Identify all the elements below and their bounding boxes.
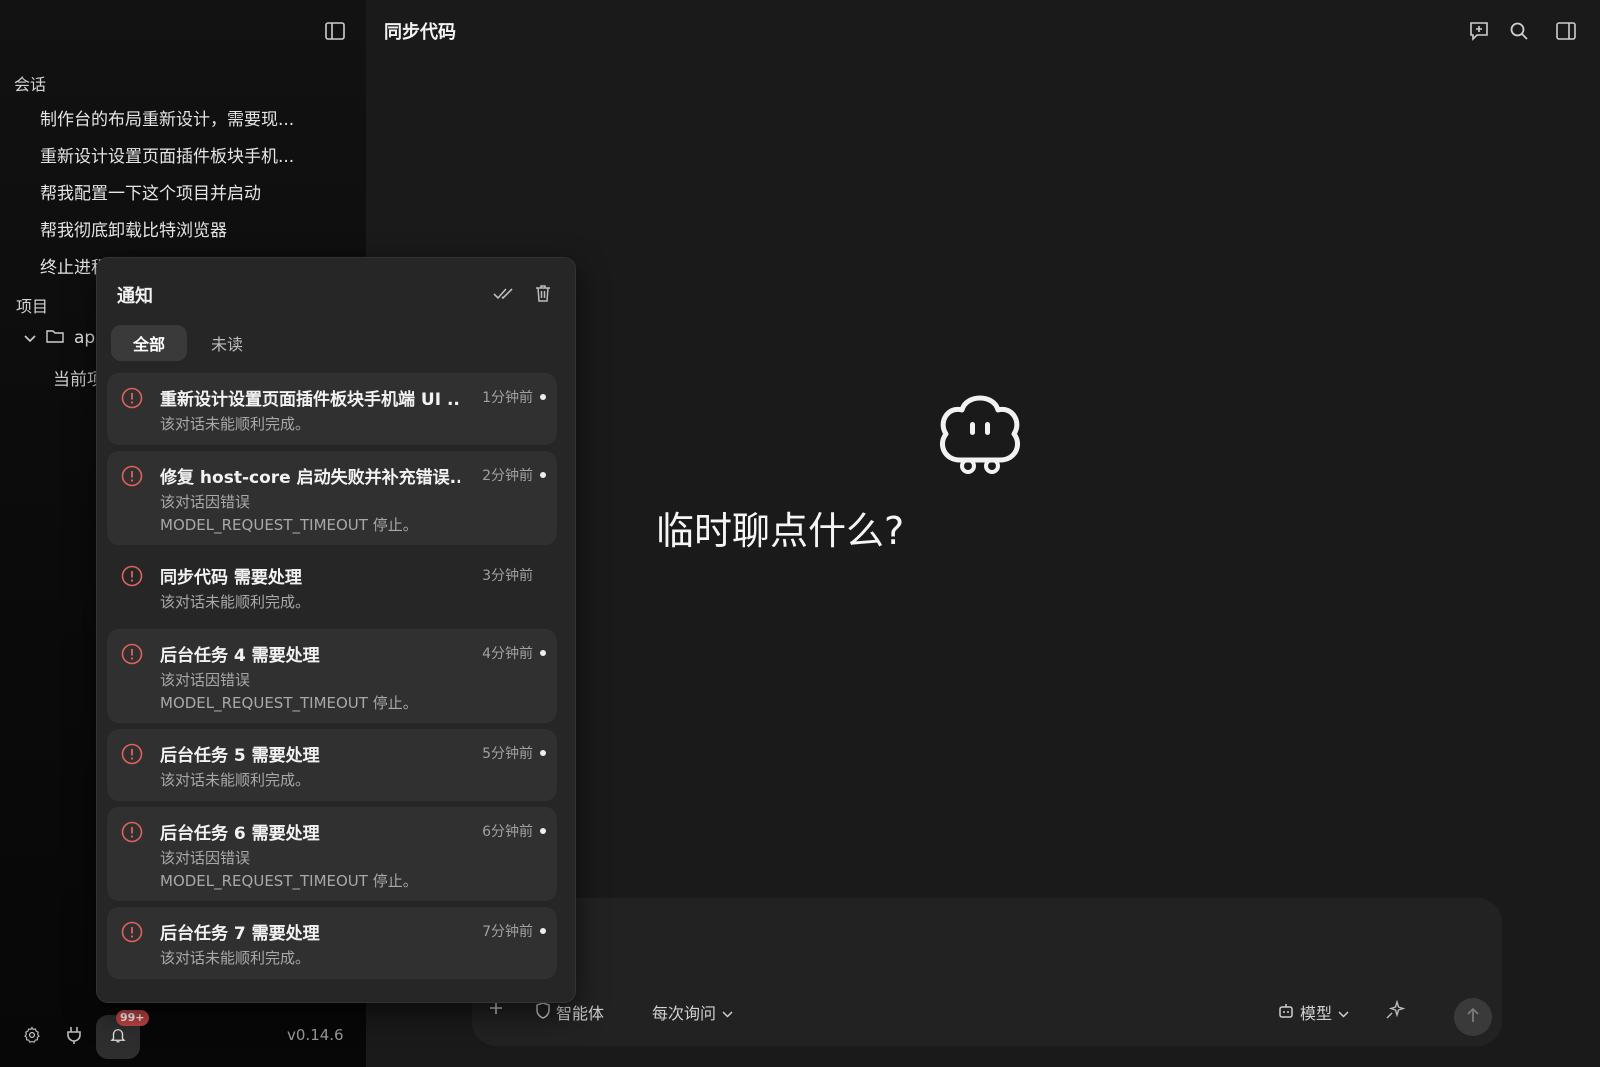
notification-title: 同步代码 需要处理: [160, 568, 302, 588]
tab-all[interactable]: 全部: [111, 325, 188, 361]
ask-mode-label: 每次询问: [652, 1004, 717, 1023]
notification-time: 4分钟前: [482, 646, 533, 662]
conversation-item[interactable]: 制作台的布局重新设计，需要现...: [40, 105, 294, 130]
chevron-down-icon: [24, 328, 36, 348]
conversation-item[interactable]: 帮我彻底卸载比特浏览器: [40, 216, 227, 241]
tab-unread[interactable]: 未读: [189, 325, 265, 361]
notification-body: 该对话因错误 MODEL_REQUEST_TIMEOUT 停止。: [160, 671, 418, 712]
conversations-title: 会话: [14, 75, 47, 94]
notification-title: 后台任务 7 需要处理: [160, 924, 320, 944]
chevron-down-icon: [722, 1003, 733, 1022]
model-label: 模型: [1300, 1004, 1333, 1023]
unread-dot: [540, 828, 546, 834]
unread-dot: [540, 928, 546, 934]
notification-title: 后台任务 5 需要处理: [160, 746, 320, 766]
unread-dot: [540, 750, 546, 756]
alert-circle-icon: [121, 465, 143, 487]
alert-circle-icon: [121, 743, 143, 765]
notification-item[interactable]: 后台任务 4 需要处理该对话因错误 MODEL_REQUEST_TIMEOUT …: [107, 629, 557, 723]
composer-toolbar: 智能体 每次询问 模型: [472, 982, 1502, 1046]
projects-title: 项目: [16, 297, 49, 316]
robot-icon: [1278, 1003, 1294, 1022]
alert-circle-icon: [121, 643, 143, 665]
bell-icon: [109, 1026, 127, 1048]
notification-item[interactable]: 后台任务 6 需要处理该对话因错误 MODEL_REQUEST_TIMEOUT …: [107, 807, 557, 901]
notification-panel-title: 通知: [117, 286, 153, 307]
notification-panel: 通知 全部 未读 重新设计设置页面插件板块手机端 UI ... 该对话未能顺利完成…: [96, 257, 576, 1003]
notification-time: 3分钟前: [482, 568, 533, 584]
agent-selector[interactable]: 智能体: [536, 1000, 604, 1024]
alert-circle-icon: [121, 821, 143, 843]
notification-title: 重新设计设置页面插件板块手机端 UI ...: [160, 390, 460, 410]
notification-badge: 99+: [116, 1010, 149, 1026]
project-folder[interactable]: app: [24, 328, 106, 348]
ask-mode-selector[interactable]: 每次询问: [652, 1000, 733, 1024]
conversation-item[interactable]: 重新设计设置页面插件板块手机...: [40, 142, 294, 167]
version-label: v0.14.6: [287, 1026, 344, 1044]
alert-circle-icon: [121, 921, 143, 943]
notification-body: 该对话未能顺利完成。: [160, 771, 311, 789]
notification-body: 该对话未能顺利完成。: [160, 415, 311, 433]
notification-item[interactable]: 同步代码 需要处理 该对话未能顺利完成。 3分钟前: [107, 551, 557, 623]
unread-dot: [540, 394, 546, 400]
notification-body: 该对话未能顺利完成。: [160, 593, 311, 611]
agent-label: 智能体: [556, 1004, 605, 1023]
mark-all-read-icon[interactable]: [490, 280, 516, 306]
notification-item[interactable]: 后台任务 7 需要处理 该对话未能顺利完成。 7分钟前: [107, 907, 557, 979]
new-chat-icon[interactable]: [1466, 18, 1492, 44]
composer[interactable]: 智能体 每次询问 模型: [472, 898, 1502, 1046]
notification-time: 1分钟前: [482, 390, 533, 406]
right-panel-toggle-icon[interactable]: [1553, 18, 1579, 44]
mascot-cloud-icon: [930, 382, 1030, 482]
conversation-item[interactable]: 帮我配置一下这个项目并启动: [40, 179, 261, 204]
notification-time: 6分钟前: [482, 824, 533, 840]
notification-time: 7分钟前: [482, 924, 533, 940]
notification-body: 该对话因错误 MODEL_REQUEST_TIMEOUT 停止。: [160, 493, 418, 534]
notification-body: 该对话因错误 MODEL_REQUEST_TIMEOUT 停止。: [160, 849, 418, 890]
model-selector[interactable]: 模型: [1278, 1000, 1349, 1024]
arrow-up-icon: [1466, 1007, 1480, 1027]
notification-time: 2分钟前: [482, 468, 533, 484]
notification-title: 后台任务 4 需要处理: [160, 646, 320, 666]
notification-body: 该对话未能顺利完成。: [160, 949, 311, 967]
gear-icon[interactable]: [18, 1021, 46, 1049]
sidebar-toggle-icon[interactable]: [322, 20, 348, 42]
unread-dot: [540, 650, 546, 656]
alert-circle-icon: [121, 565, 143, 587]
page-title: 同步代码: [384, 22, 456, 43]
sparkle-icon[interactable]: [1385, 1000, 1405, 1020]
notification-title: 后台任务 6 需要处理: [160, 824, 320, 844]
search-icon[interactable]: [1506, 18, 1532, 44]
send-button[interactable]: [1454, 998, 1492, 1036]
trash-icon[interactable]: [530, 280, 556, 306]
notification-item[interactable]: 后台任务 5 需要处理 该对话未能顺利完成。 5分钟前: [107, 729, 557, 801]
notification-item[interactable]: 修复 host-core 启动失败并补充错误... 该对话因错误 MODEL_RE…: [107, 451, 557, 545]
chevron-down-icon: [1338, 1003, 1349, 1022]
notification-time: 5分钟前: [482, 746, 533, 762]
notification-title: 修复 host-core 启动失败并补充错误...: [160, 468, 460, 488]
alert-circle-icon: [121, 387, 143, 409]
folder-icon: [46, 328, 64, 348]
unread-dot: [540, 472, 546, 478]
notification-item[interactable]: 重新设计设置页面插件板块手机端 UI ... 该对话未能顺利完成。 1分钟前: [107, 373, 557, 445]
shield-icon: [536, 1001, 550, 1023]
notification-list: 重新设计设置页面插件板块手机端 UI ... 该对话未能顺利完成。 1分钟前修复 h…: [107, 373, 557, 985]
plug-icon[interactable]: [60, 1021, 88, 1049]
